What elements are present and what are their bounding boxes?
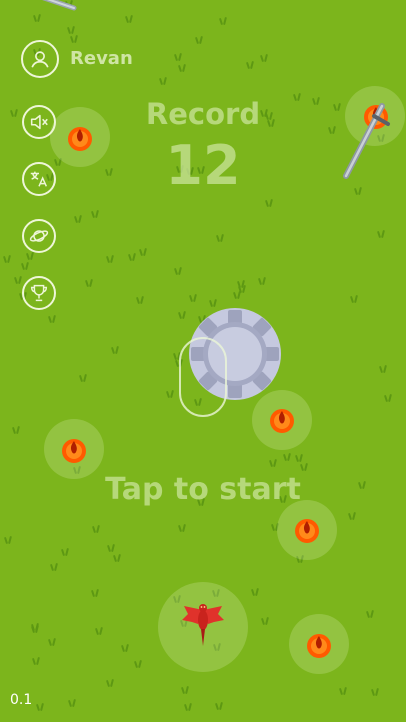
shield-outline-icon [179,337,227,417]
world-button[interactable] [22,219,56,253]
grass-tuft [105,679,115,687]
grass-tuft [133,660,143,668]
grass-tuft [180,686,190,694]
grass-tuft [250,588,260,596]
sword-icon [343,103,390,179]
grass-tuft [47,315,57,323]
grass-tuft [237,285,247,293]
dragon-icon[interactable] [180,600,226,648]
grass-tuft [32,14,42,22]
grass-tuft [188,294,198,302]
grass-tuft [106,544,116,552]
grass-tuft [376,230,386,238]
fireball-icon [68,127,92,151]
grass-tuft [112,554,122,562]
user-avatar-button[interactable] [21,40,59,78]
grass-tuft [3,536,13,544]
grass-tuft [173,53,183,61]
grass-tuft [30,623,40,631]
grass-tuft [259,54,269,62]
grass-tuft [177,524,187,532]
grass-tuft [378,365,388,373]
fireball-icon [62,439,86,463]
grass-tuft [124,15,134,23]
grass-tuft [299,463,309,471]
version-label: 0.1 [10,692,33,708]
grass-tuft [173,267,183,275]
grass-tuft [67,699,77,707]
grass-tuft [20,262,30,270]
grass-tuft [94,627,104,635]
grass-tuft [135,296,145,304]
grass-tuft [30,625,40,633]
grass-tuft [66,26,76,34]
fireball-icon [270,409,294,433]
tap-to-start-prompt[interactable]: Tap to start [0,472,406,507]
grass-tuft [282,453,292,461]
grass-tuft [347,512,357,520]
user-avatar-icon [31,51,49,68]
grass-tuft [214,702,224,710]
grass-tuft [236,280,246,288]
grass-tuft [294,454,304,462]
grass-tuft [194,36,204,44]
grass-tuft [264,199,274,207]
grass-tuft [60,548,70,556]
grass-tuft [215,234,225,242]
grass-tuft [365,610,375,618]
grass-tuft [257,277,267,285]
grass-tuft [127,253,137,261]
fireball-icon [295,519,319,543]
planet-icon [29,230,49,242]
grass-tuft [383,394,393,402]
grass-tuft [165,390,175,398]
grass-tuft [208,299,218,307]
grass-tuft [49,563,59,571]
grass-tuft [90,589,100,597]
grass-tuft [91,525,101,533]
grass-tuft [84,279,94,287]
grass-tuft [110,346,120,354]
grass-tuft [138,248,148,256]
grass-tuft [177,311,187,319]
grass-tuft [90,210,100,218]
grass-tuft [31,657,41,665]
fireball-icon [307,634,331,658]
grass-tuft [177,64,187,72]
grass-tuft [2,255,12,263]
grass-tuft [105,255,115,263]
grass-tuft [232,291,242,299]
grass-tuft [370,688,380,696]
grass-tuft [245,61,255,69]
grass-tuft [183,703,193,711]
grass-tuft [47,638,57,646]
grass-tuft [218,17,228,25]
grass-tuft [268,459,278,467]
trophy-icon [30,284,48,302]
grass-tuft [35,703,45,711]
grass-tuft [120,644,130,652]
username: Revan [70,48,133,69]
sword-icon [42,0,77,11]
grass-tuft [69,35,79,43]
grass-tuft [78,374,88,382]
trophy-button[interactable] [22,276,56,310]
grass-tuft [260,617,270,625]
grass-tuft [338,687,348,695]
grass-tuft [349,295,359,303]
grass-tuft [73,215,83,223]
grass-tuft [11,426,21,434]
grass-tuft [25,252,35,260]
grass-tuft [13,276,23,284]
grass-tuft [158,77,168,85]
